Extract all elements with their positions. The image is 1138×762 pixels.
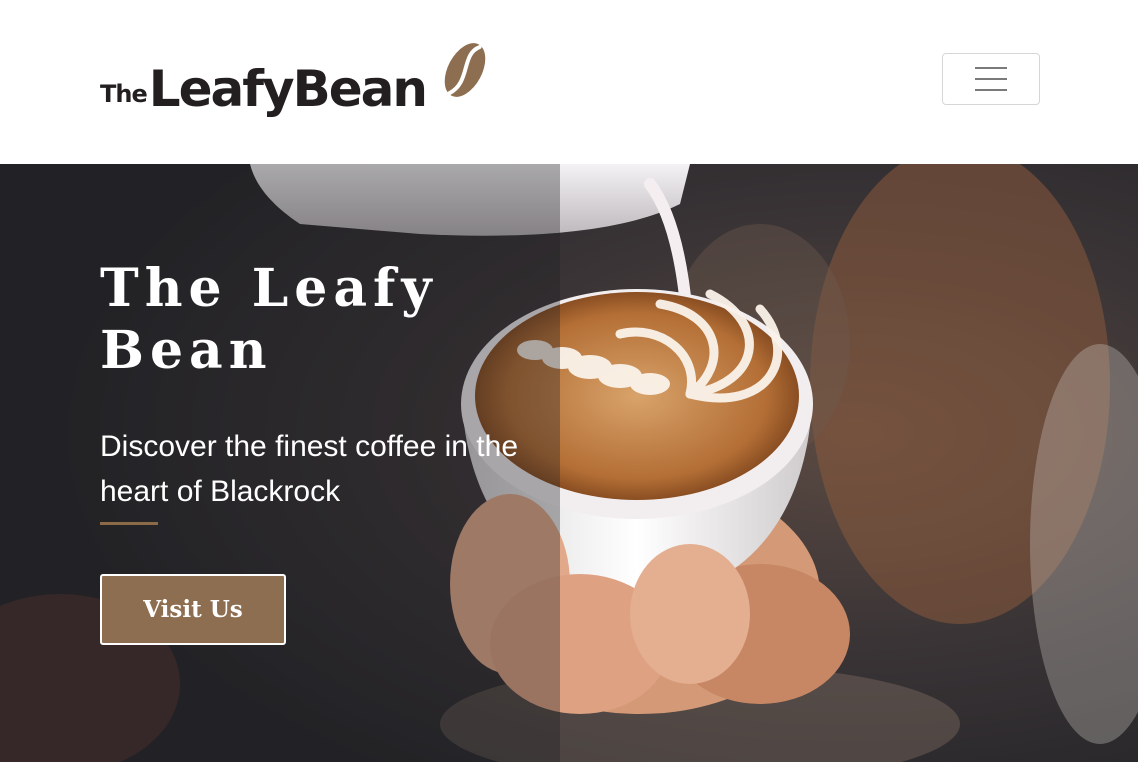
hero-subtitle: Discover the finest coffee in the heart … — [100, 430, 519, 508]
site-logo[interactable]: The LeafyBean — [100, 38, 490, 118]
coffee-bean-icon — [444, 43, 486, 97]
hero-title: The Leafy Bean — [100, 258, 438, 381]
hamburger-menu-icon-line — [975, 89, 1007, 91]
menu-toggle-button[interactable] — [942, 53, 1040, 105]
site-navbar: The LeafyBean — [0, 0, 1138, 164]
hamburger-menu-icon-line — [975, 78, 1007, 80]
visit-us-button[interactable]: Visit Us — [100, 574, 286, 645]
hero-section: The Leafy Bean Discover the finest coffe… — [0, 164, 1138, 762]
logo-prefix: The — [100, 80, 148, 108]
logo-wordmark: LeafyBean — [148, 60, 428, 118]
hero-divider — [100, 522, 158, 525]
hamburger-menu-icon — [975, 67, 1007, 69]
